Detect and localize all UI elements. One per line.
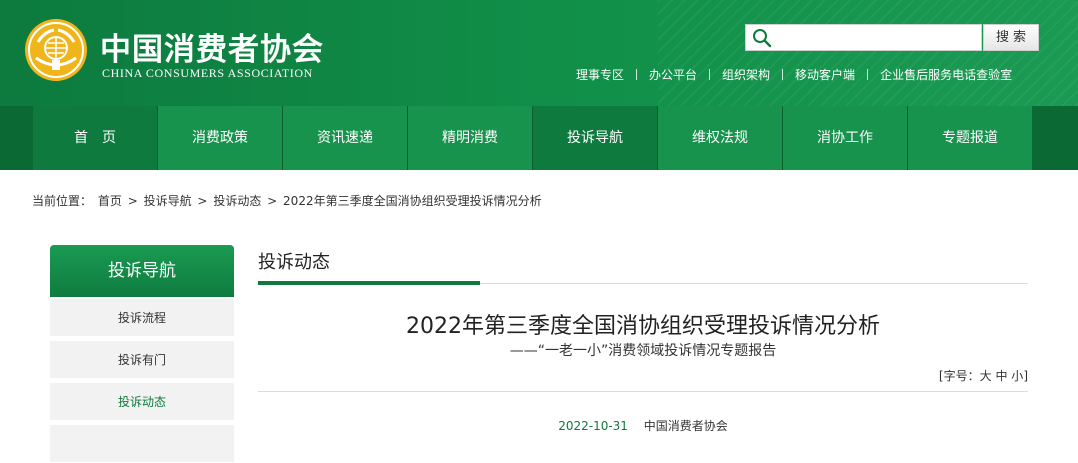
breadcrumb-complaint-guide[interactable]: 投诉导航: [144, 194, 192, 208]
publish-date: 2022-10-31: [558, 419, 628, 433]
cca-logo-icon[interactable]: [24, 18, 88, 82]
font-size-control: [字号：大 中 小]: [880, 367, 1028, 384]
search-input[interactable]: [745, 24, 982, 51]
sidebar-item-news[interactable]: 投诉动态: [50, 383, 234, 421]
link-divider: [709, 68, 711, 80]
header-pattern: [658, 0, 1078, 106]
nav-item-complaint-guide[interactable]: 投诉导航: [533, 106, 657, 170]
main-nav: 首 页 消费政策 资讯速递 精明消费 投诉导航 维权法规 消协工作 专题报道: [0, 106, 1078, 170]
link-divider: [867, 68, 869, 80]
sidebar-item-channels[interactable]: 投诉有门: [50, 341, 234, 379]
font-size-close: ]: [1023, 369, 1028, 383]
breadcrumb-separator: >: [267, 194, 278, 208]
nav-item-home[interactable]: 首 页: [33, 106, 157, 170]
article-title: 2022年第三季度全国消协组织受理投诉情况分析: [406, 314, 880, 339]
brand-name-en[interactable]: CHINA CONSUMERS ASSOCIATION: [102, 66, 313, 81]
brand-name-cn[interactable]: 中国消费者协会: [100, 24, 324, 69]
top-link-service-phone[interactable]: 企业售后服务电话查验室: [880, 66, 1012, 83]
sidebar-item-next[interactable]: [50, 425, 234, 463]
sidebar-item-process[interactable]: 投诉流程: [50, 299, 234, 337]
link-divider: [782, 68, 784, 80]
breadcrumb: 当前位置： 首页 > 投诉导航 > 投诉动态 > 2022年第三季度全国消协组织…: [32, 192, 544, 209]
top-link-organization[interactable]: 组织架构: [722, 66, 770, 83]
section-underline: [258, 281, 480, 285]
breadcrumb-separator: >: [127, 194, 138, 208]
top-link-office[interactable]: 办公平台: [649, 66, 697, 83]
font-size-open: [字号：: [938, 369, 980, 383]
article-meta: 2022-10-31 中国消费者协会: [258, 417, 1028, 434]
link-divider: [636, 68, 638, 80]
article-source: 中国消费者协会: [643, 419, 728, 433]
breadcrumb-home[interactable]: 首页: [98, 194, 122, 208]
font-size-large[interactable]: 大: [980, 369, 992, 383]
breadcrumb-current: 2022年第三季度全国消协组织受理投诉情况分析: [283, 194, 542, 208]
breadcrumb-complaint-news[interactable]: 投诉动态: [213, 194, 261, 208]
site-header: 中国消费者协会 CHINA CONSUMERS ASSOCIATION 搜索 理…: [0, 0, 1078, 106]
nav-item-smart-consumer[interactable]: 精明消费: [408, 106, 532, 170]
sidebar-title: 投诉导航: [50, 245, 234, 297]
top-links: 理事专区 办公平台 组织架构 移动客户端 企业售后服务电话查验室: [576, 66, 1012, 82]
font-size-small[interactable]: 小: [1011, 369, 1023, 383]
search-button[interactable]: 搜索: [983, 24, 1039, 51]
font-size-medium[interactable]: 中: [995, 369, 1007, 383]
nav-item-association-work[interactable]: 消协工作: [783, 106, 907, 170]
breadcrumb-prefix: 当前位置：: [32, 194, 93, 208]
section-title: 投诉动态: [258, 252, 330, 273]
top-link-mobile[interactable]: 移动客户端: [795, 66, 855, 83]
article-divider: [258, 391, 1028, 392]
search-icon: [753, 29, 772, 48]
nav-item-policy[interactable]: 消费政策: [158, 106, 282, 170]
nav-item-special-reports[interactable]: 专题报道: [908, 106, 1032, 170]
top-link-council[interactable]: 理事专区: [576, 66, 624, 83]
nav-item-rights-law[interactable]: 维权法规: [658, 106, 782, 170]
nav-item-news[interactable]: 资讯速递: [283, 106, 407, 170]
breadcrumb-separator: >: [197, 194, 208, 208]
article-subtitle: ——“一老一小”消费领域投诉情况专题报告: [509, 343, 777, 359]
